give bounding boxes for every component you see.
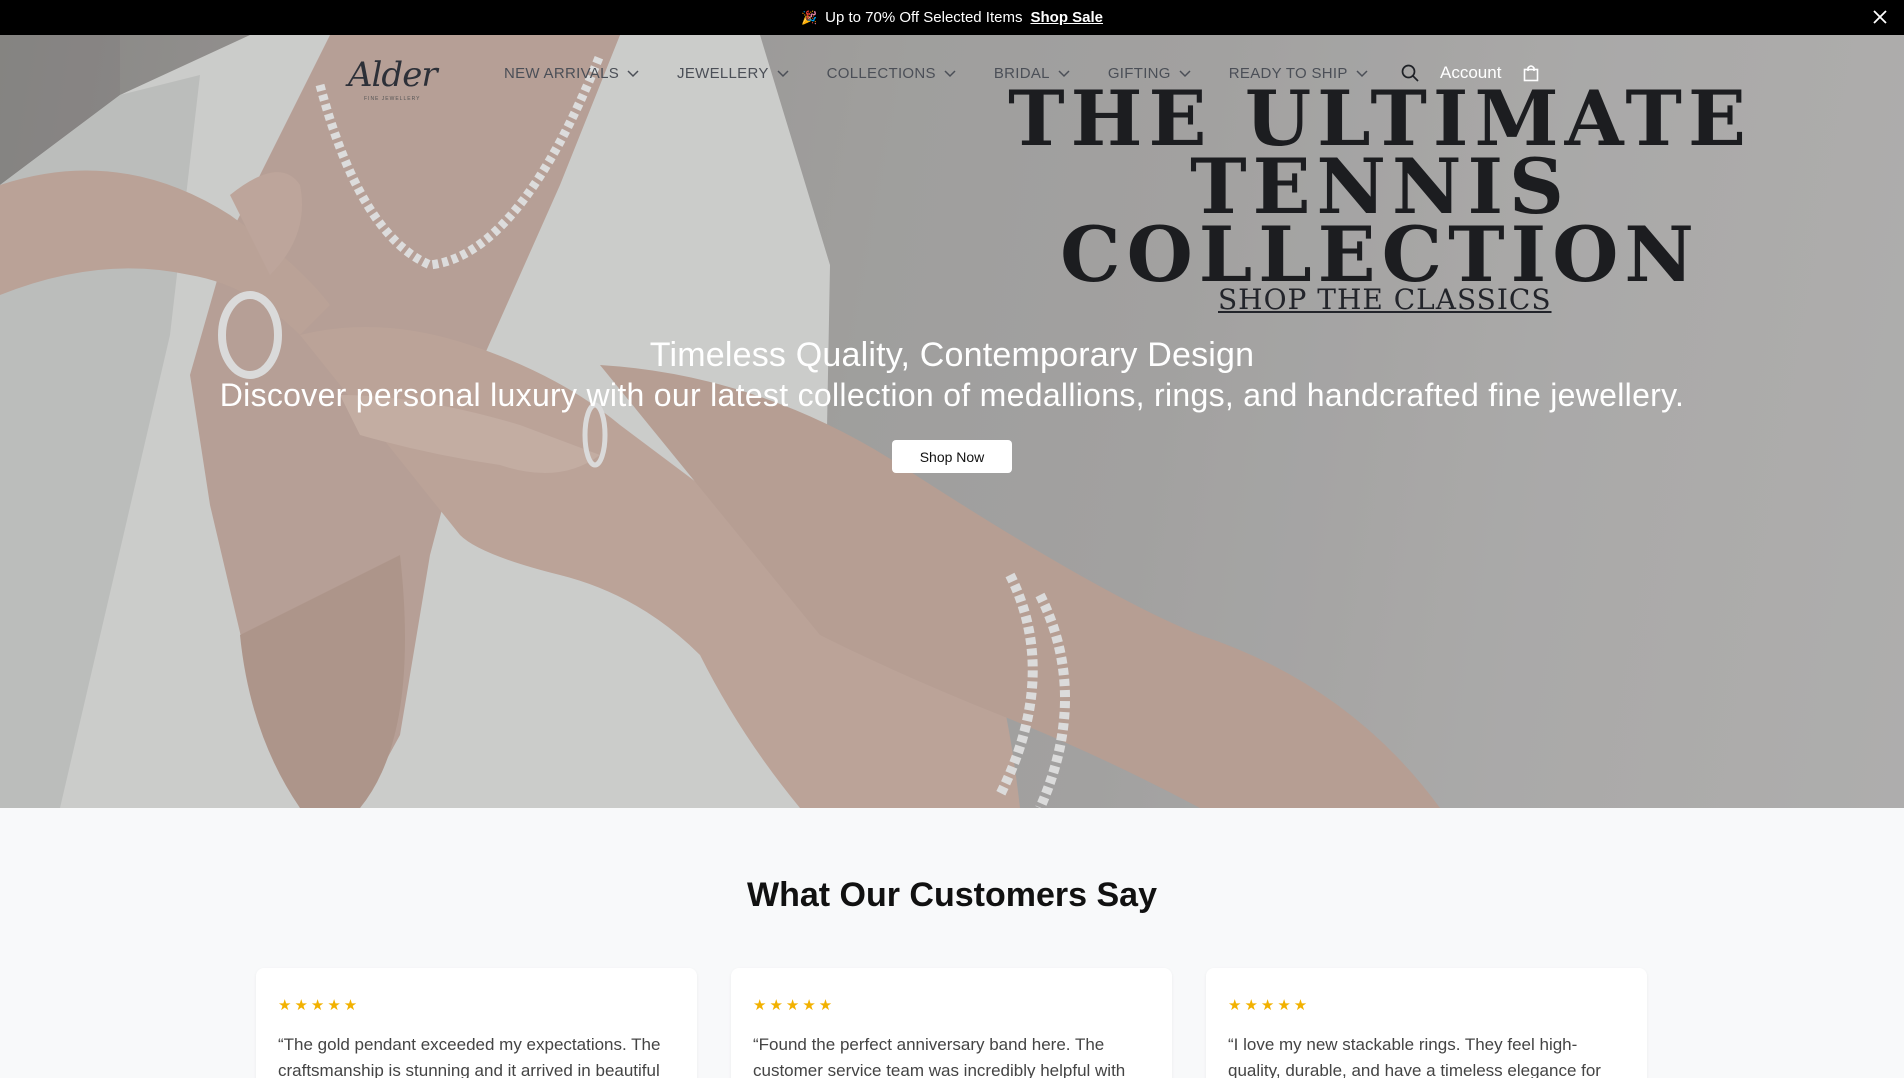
testimonial-quote: “I love my new stackable rings. They fee…	[1228, 1035, 1601, 1078]
chevron-down-icon	[944, 69, 956, 77]
close-icon[interactable]	[1870, 7, 1890, 27]
chevron-down-icon	[627, 69, 639, 77]
brand-logo-subtitle: FINE JEWELLERY	[364, 96, 421, 102]
shop-the-classics-link[interactable]: SHOP THE CLASSICS	[1218, 283, 1552, 316]
shop-now-button[interactable]: Shop Now	[892, 440, 1012, 473]
star-rating: ★★★★★	[1228, 997, 1311, 1014]
nav-item-label: COLLECTIONS	[826, 65, 936, 82]
testimonial-card: ★★★★★ “I love my new stackable rings. Th…	[1206, 968, 1647, 1078]
shop-sale-link[interactable]: Shop Sale	[1030, 9, 1103, 26]
star-rating: ★★★★★	[753, 997, 836, 1014]
brand-logo[interactable]: Alder	[348, 55, 438, 95]
testimonial-card: ★★★★★ “Found the perfect anniversary ban…	[731, 968, 1172, 1078]
star-rating: ★★★★★	[278, 997, 361, 1014]
nav-item-collections[interactable]: COLLECTIONS	[827, 65, 956, 82]
hero-headline: THE ULTIMATE TENNIS COLLECTION	[900, 81, 1860, 299]
hero-headline-line-2: TENNIS COLLECTION	[1060, 142, 1700, 299]
nav-item-label: NEW ARRIVALS	[504, 65, 620, 82]
party-icon: 🎉	[800, 9, 818, 25]
nav-item-jewellery[interactable]: JEWELLERY	[677, 65, 789, 82]
hero-banner: Alder FINE JEWELLERY NEW ARRIVALS JEWELL…	[0, 35, 1904, 808]
testimonials-list: ★★★★★ “The gold pendant exceeded my expe…	[256, 968, 1647, 1078]
hero-tagline: Timeless Quality, Contemporary Design	[649, 336, 1255, 374]
nav-item-label: JEWELLERY	[677, 65, 769, 82]
testimonials-title: What Our Customers Say	[747, 876, 1157, 914]
announcement-bar: 🎉 Up to 70% Off Selected Items Shop Sale	[0, 0, 1904, 35]
testimonial-card: ★★★★★ “The gold pendant exceeded my expe…	[256, 968, 697, 1078]
testimonial-quote: “Found the perfect anniversary band here…	[753, 1035, 1126, 1078]
nav-item-new-arrivals[interactable]: NEW ARRIVALS	[504, 65, 639, 82]
chevron-down-icon	[777, 69, 789, 77]
hero-subline: Discover personal luxury with our latest…	[219, 377, 1685, 413]
announcement-text: Up to 70% Off Selected Items	[825, 9, 1023, 26]
testimonial-quote: “The gold pendant exceeded my expectatio…	[278, 1035, 661, 1078]
